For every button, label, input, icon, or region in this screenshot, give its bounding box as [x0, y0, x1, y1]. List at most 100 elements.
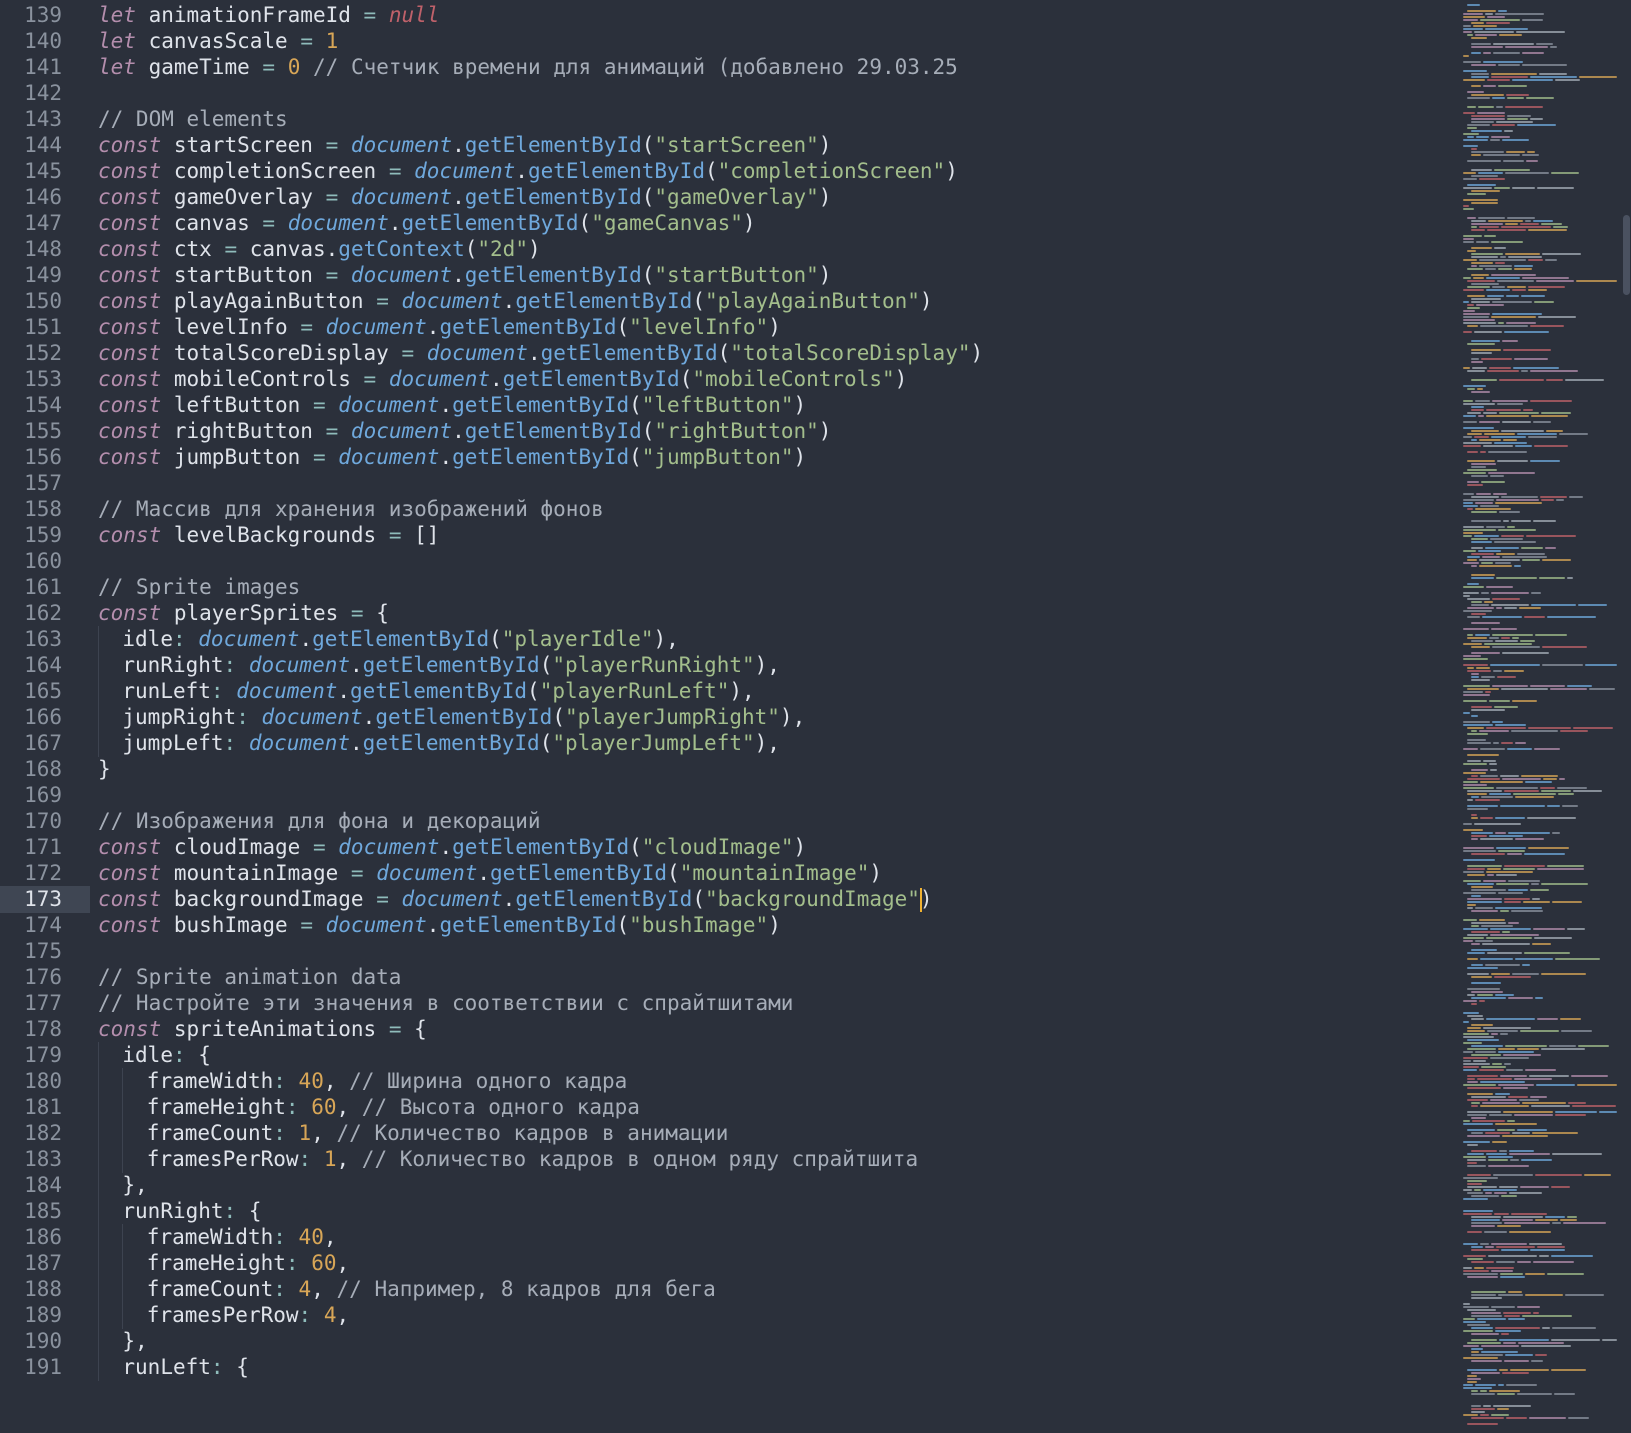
minimap-line: [1463, 301, 1469, 303]
code-line[interactable]: 171 const cloudImage = document.getElemen…: [0, 834, 1460, 861]
code-line[interactable]: 159 const levelBackgrounds = []: [0, 522, 1460, 549]
line-number: 159: [24, 523, 62, 547]
code-line[interactable]: 177 // Настройте эти значения в соответст…: [0, 990, 1460, 1017]
token-ws: [313, 913, 326, 937]
token-prop: runRight: [122, 653, 224, 677]
code-line[interactable]: 180 frameWidth: 40, // Ширина одного кадр…: [0, 1068, 1460, 1095]
code-line[interactable]: 186 frameWidth: 40,: [0, 1224, 1460, 1251]
vertical-scrollbar[interactable]: [1622, 0, 1631, 1433]
code-text: const completionScreen = document.getEle…: [98, 158, 958, 185]
token-cm: // Sprite animation data: [98, 965, 402, 989]
code-line[interactable]: 184},: [0, 1172, 1460, 1199]
code-area[interactable]: 139 let animationFrameId = null 140 let can…: [0, 0, 1460, 1433]
code-line[interactable]: 179 idle: {: [0, 1042, 1460, 1069]
code-line[interactable]: 158 // Массив для хранения изображений фо…: [0, 496, 1460, 523]
minimap-line: [1567, 685, 1592, 687]
code-line[interactable]: 166 jumpRight: document.getElementById("p…: [0, 704, 1460, 731]
token-pun: .: [502, 289, 516, 313]
code-editor[interactable]: 139 let animationFrameId = null 140 let can…: [0, 0, 1631, 1433]
code-line[interactable]: 174 const bushImage = document.getElement…: [0, 912, 1460, 939]
code-line[interactable]: 142: [0, 80, 1460, 107]
code-line[interactable]: 147 const canvas = document.getElementByI…: [0, 210, 1460, 237]
minimap-line: [1471, 1315, 1502, 1317]
code-line[interactable]: 140 let canvasScale = 1: [0, 28, 1460, 55]
code-line[interactable]: 164 runRight: document.getElementById("pl…: [0, 652, 1460, 679]
minimap-line: [1471, 511, 1497, 513]
code-line[interactable]: 162 const playerSprites = {: [0, 600, 1460, 627]
code-line[interactable]: 178 const spriteAnimations = {: [0, 1016, 1460, 1043]
code-line[interactable]: 176 // Sprite animation data: [0, 964, 1460, 991]
line-number: 185: [24, 1199, 62, 1223]
minimap-line: [1495, 562, 1511, 564]
code-line[interactable]: 146 const gameOverlay = document.getEleme…: [0, 184, 1460, 211]
code-line[interactable]: 188 frameCount: 4, // Например, 8 кадров …: [0, 1276, 1460, 1303]
code-line[interactable]: 182 frameCount: 1, // Количество кадров в…: [0, 1120, 1460, 1147]
minimap-line: [1471, 889, 1506, 891]
code-line[interactable]: 143 // DOM elements: [0, 106, 1460, 133]
code-line[interactable]: 183 framesPerRow: 1, // Количество кадров…: [0, 1146, 1460, 1173]
code-line[interactable]: 157: [0, 470, 1460, 497]
code-line[interactable]: 170 // Изображения для фона и декораций: [0, 808, 1460, 835]
code-line[interactable]: 165 runLeft: document.getElementById("pla…: [0, 678, 1460, 705]
code-line[interactable]: 175: [0, 938, 1460, 965]
minimap-line: [1482, 1102, 1520, 1104]
code-line[interactable]: 190},: [0, 1328, 1460, 1355]
code-line[interactable]: 168}: [0, 756, 1460, 783]
minimap-line: [1520, 1030, 1559, 1032]
token-obj: document: [376, 861, 478, 885]
minimap-line: [1533, 220, 1553, 222]
code-line[interactable]: 160: [0, 548, 1460, 575]
minimap-line: [1485, 1192, 1492, 1194]
minimap-line: [1534, 937, 1572, 939]
code-line[interactable]: 187 frameHeight: 60,: [0, 1250, 1460, 1277]
code-line[interactable]: 189 framesPerRow: 4,: [0, 1302, 1460, 1329]
minimap-line: [1471, 262, 1493, 264]
code-line[interactable]: 161 // Sprite images: [0, 574, 1460, 601]
code-line[interactable]: 185 runRight: {: [0, 1198, 1460, 1225]
scrollbar-thumb[interactable]: [1623, 215, 1630, 295]
minimap-line: [1463, 784, 1487, 786]
minimap-line: [1505, 1045, 1547, 1047]
code-line[interactable]: 154 const leftButton = document.getElemen…: [0, 392, 1460, 419]
code-line[interactable]: 191 runLeft: {: [0, 1354, 1460, 1381]
code-line[interactable]: 152 const totalScoreDisplay = document.ge…: [0, 340, 1460, 367]
code-text: runLeft: document.getElementById("player…: [122, 678, 754, 705]
minimap-line: [1471, 679, 1490, 681]
line-number: 151: [24, 315, 62, 339]
code-line[interactable]: 163 idle: document.getElementById("player…: [0, 626, 1460, 653]
code-line[interactable]: 150 const playAgainButton = document.getE…: [0, 288, 1460, 315]
token-kw: const: [98, 263, 162, 287]
minimap-line: [1463, 880, 1481, 882]
minimap-line: [1467, 1111, 1501, 1113]
minimap-line: [1463, 313, 1490, 315]
code-line[interactable]: 145 const completionScreen = document.get…: [0, 158, 1460, 185]
code-line[interactable]: 156 const jumpButton = document.getElemen…: [0, 444, 1460, 471]
code-line[interactable]: 148 const ctx = canvas.getContext("2d"): [0, 236, 1460, 263]
minimap-line: [1503, 1054, 1541, 1056]
code-line[interactable]: 141 let gameTime = 0 // Счетчик времени д…: [0, 54, 1460, 81]
token-str: "2d": [477, 237, 528, 261]
minimap[interactable]: [1462, 0, 1622, 1433]
code-line[interactable]: 172 const mountainImage = document.getEle…: [0, 860, 1460, 887]
minimap-line: [1480, 775, 1498, 777]
minimap-line: [1471, 520, 1501, 522]
code-line[interactable]: 144 const startScreen = document.getEleme…: [0, 132, 1460, 159]
minimap-line: [1493, 1174, 1533, 1176]
minimap-line: [1463, 1213, 1492, 1215]
minimap-line: [1528, 289, 1547, 291]
token-id: totalScoreDisplay: [173, 341, 389, 365]
code-line[interactable]: 155 const rightButton = document.getEleme…: [0, 418, 1460, 445]
code-line[interactable]: 173 const backgroundImage = document.getE…: [0, 886, 1460, 913]
code-line[interactable]: 169: [0, 782, 1460, 809]
token-ws: [311, 1303, 324, 1327]
code-line[interactable]: 149 const startButton = document.getEleme…: [0, 262, 1460, 289]
minimap-line: [1467, 1027, 1481, 1029]
code-line[interactable]: 167 jumpLeft: document.getElementById("pl…: [0, 730, 1460, 757]
minimap-line: [1501, 637, 1510, 639]
code-line[interactable]: 153 const mobileControls = document.getEl…: [0, 366, 1460, 393]
code-line[interactable]: 139 let animationFrameId = null: [0, 2, 1460, 29]
token-num: 1: [325, 29, 339, 53]
code-line[interactable]: 181 frameHeight: 60, // Высота одного кад…: [0, 1094, 1460, 1121]
code-line[interactable]: 151 const levelInfo = document.getElement…: [0, 314, 1460, 341]
minimap-line: [1522, 154, 1539, 156]
